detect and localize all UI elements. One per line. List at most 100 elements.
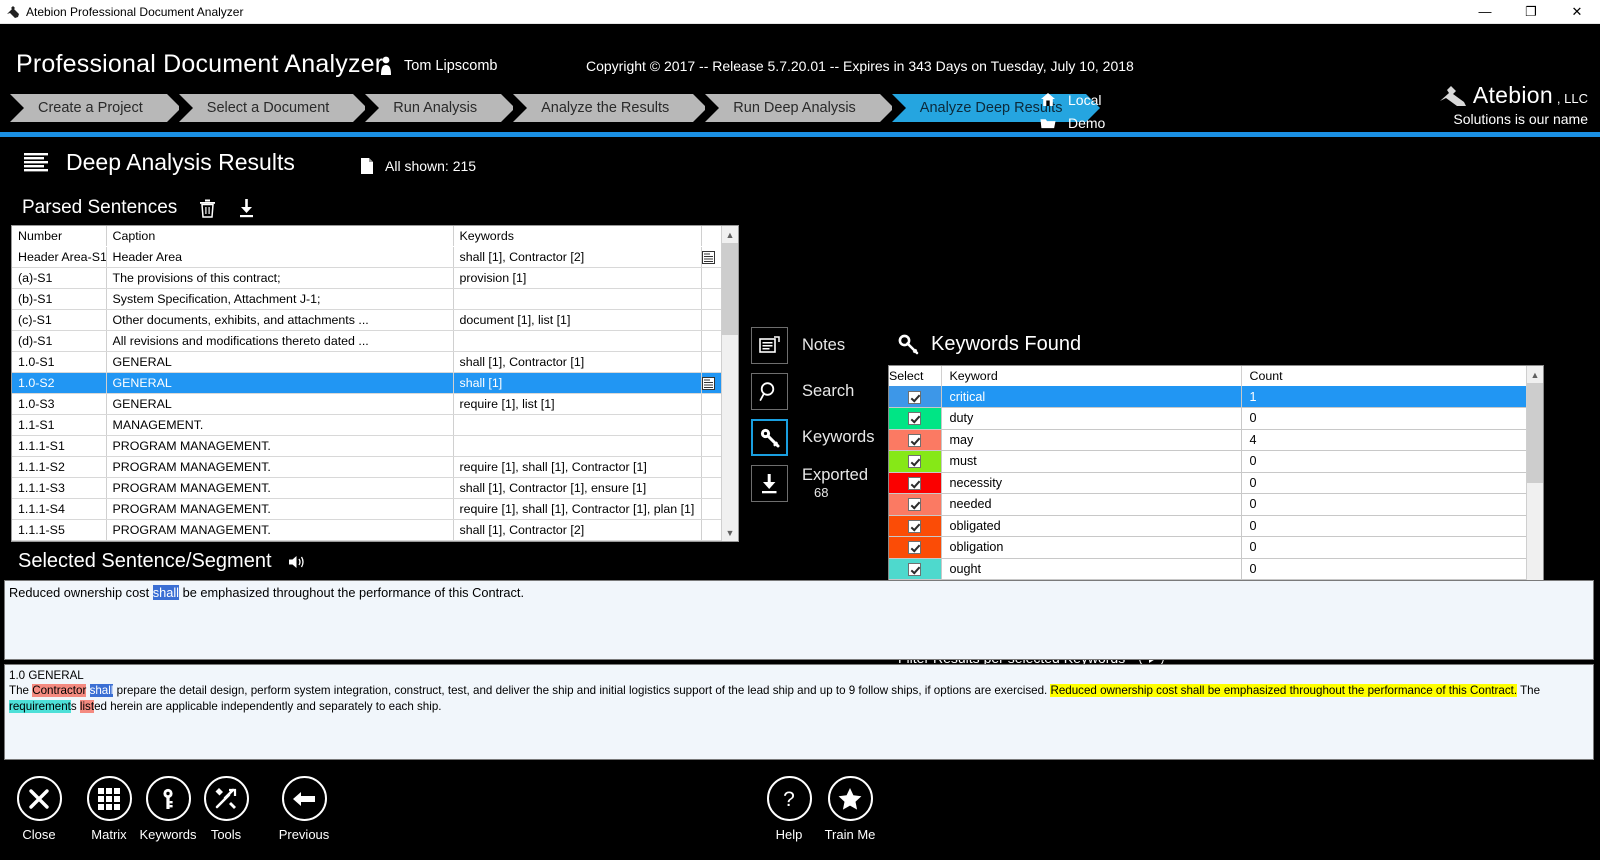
keyword-checkbox[interactable]: [908, 433, 922, 447]
keyword-select-cell[interactable]: [889, 386, 942, 408]
scroll-track[interactable]: [721, 243, 738, 524]
minimize-button[interactable]: —: [1462, 0, 1508, 23]
keyword-row[interactable]: ought 0: [889, 558, 1526, 580]
star-icon[interactable]: [827, 776, 873, 821]
wizard-step-select-a-document[interactable]: Select a Document: [178, 94, 367, 122]
tool-item-search[interactable]: Search: [751, 373, 874, 410]
scroll-up-icon[interactable]: ▲: [721, 226, 738, 243]
cell-note[interactable]: [701, 435, 721, 457]
toolbar-button-help[interactable]: ? Help: [760, 776, 818, 842]
toolbar-button-matrix[interactable]: Matrix: [80, 776, 138, 842]
selected-sentence-text[interactable]: Reduced ownership cost shall be emphasiz…: [4, 580, 1594, 660]
keyword-row[interactable]: obligation 0: [889, 536, 1526, 559]
toolbar-button-tools[interactable]: Tools: [197, 776, 255, 842]
file-tree-item-local[interactable]: Local: [1040, 88, 1146, 111]
speaker-icon[interactable]: [288, 554, 306, 570]
tool-item-notes[interactable]: Notes: [751, 327, 874, 364]
keyword-row[interactable]: may 4: [889, 429, 1526, 451]
table-row[interactable]: 1.0-S3 GENERAL require [1], list [1]: [12, 393, 721, 415]
keyword-row[interactable]: critical 1: [889, 386, 1526, 408]
table-row[interactable]: 1.1.1-S4 PROGRAM MANAGEMENT. require [1], …: [12, 498, 721, 520]
keyword-row[interactable]: needed 0: [889, 493, 1526, 516]
tool-item-keywords[interactable]: Keywords: [751, 419, 874, 456]
table-row[interactable]: 1.0-S2 GENERAL shall [1]: [12, 372, 721, 394]
download-icon[interactable]: [751, 465, 788, 502]
cell-note[interactable]: [701, 372, 721, 394]
grid-scrollbar[interactable]: ▲ ▼: [721, 226, 738, 541]
keyword-select-cell[interactable]: [889, 515, 942, 537]
table-row[interactable]: 1.1-S1 MANAGEMENT.: [12, 414, 721, 436]
wizard-step-analyze-the-results[interactable]: Analyze the Results: [513, 94, 708, 122]
table-row[interactable]: 1.1.1-S1 PROGRAM MANAGEMENT.: [12, 435, 721, 457]
col-select[interactable]: Select: [889, 366, 942, 386]
trash-icon[interactable]: [199, 199, 216, 218]
toolbar-button-keywords[interactable]: Keywords: [139, 776, 197, 842]
file-tree-item-demo[interactable]: Demo: [1040, 111, 1146, 134]
keyword-checkbox[interactable]: [908, 519, 922, 533]
table-row[interactable]: 1.1.1-S2 PROGRAM MANAGEMENT. require [1], …: [12, 456, 721, 478]
close-button[interactable]: ✕: [1554, 0, 1600, 23]
cell-note[interactable]: [701, 477, 721, 499]
close-x-icon[interactable]: [16, 776, 62, 821]
keyword-row[interactable]: obligated 0: [889, 515, 1526, 537]
keyword-checkbox[interactable]: [908, 498, 922, 512]
tools-icon[interactable]: [203, 776, 249, 821]
wizard-step-create-a-project[interactable]: Create a Project: [10, 94, 181, 122]
keyword-select-cell[interactable]: [889, 450, 942, 473]
keyword-checkbox[interactable]: [908, 476, 922, 490]
cell-note[interactable]: [701, 519, 721, 541]
table-row[interactable]: (d)-S1 All revisions and modifications th…: [12, 330, 721, 352]
matrix-icon[interactable]: [86, 776, 132, 821]
keyword-checkbox[interactable]: [908, 412, 922, 426]
col-number[interactable]: Number: [12, 226, 107, 247]
kw-scroll-up-icon[interactable]: ▲: [1526, 366, 1543, 383]
scroll-down-icon[interactable]: ▼: [721, 524, 738, 541]
cell-note[interactable]: [701, 498, 721, 520]
toolbar-button-previous[interactable]: Previous: [275, 776, 333, 842]
keyword-checkbox[interactable]: [908, 390, 922, 404]
table-row[interactable]: 1.0-S1 GENERAL shall [1], Contractor [1]: [12, 351, 721, 373]
kw-scroll-thumb[interactable]: [1526, 383, 1543, 483]
table-row[interactable]: (a)-S1 The provisions of this contract; pr…: [12, 267, 721, 289]
keyword-select-cell[interactable]: [889, 407, 942, 430]
toolbar-button-train-me[interactable]: Train Me: [821, 776, 879, 842]
key-icon[interactable]: [751, 419, 788, 456]
help-icon[interactable]: ?: [766, 776, 812, 821]
col-count[interactable]: Count: [1241, 366, 1526, 386]
keyword-select-cell[interactable]: [889, 558, 942, 580]
table-row[interactable]: (c)-S1 Other documents, exhibits, and att…: [12, 309, 721, 331]
keyword-select-cell[interactable]: [889, 493, 942, 516]
table-row[interactable]: Header Area-S1 Header Area shall [1], Cont…: [12, 246, 721, 268]
table-row[interactable]: 1.1.1-S5 PROGRAM MANAGEMENT. shall [1], Co…: [12, 519, 721, 541]
keyword-checkbox[interactable]: [908, 562, 922, 576]
cell-note[interactable]: [701, 456, 721, 478]
document-preview-text[interactable]: 1.0 GENERAL The Contractor shall prepare…: [4, 664, 1594, 760]
table-row[interactable]: (b)-S1 System Specification, Attachment J…: [12, 288, 721, 310]
cell-note[interactable]: [701, 288, 721, 310]
download-icon[interactable]: [238, 198, 255, 218]
cell-note[interactable]: [701, 393, 721, 415]
wizard-step-run-deep-analysis[interactable]: Run Deep Analysis: [705, 94, 894, 122]
keyword-row[interactable]: duty 0: [889, 407, 1526, 430]
parsed-sentences-grid[interactable]: Number Caption Keywords Header Area-S1 He…: [11, 225, 739, 542]
keyword-checkbox[interactable]: [908, 541, 922, 555]
cell-note[interactable]: [701, 351, 721, 373]
back-arrow-icon[interactable]: [281, 776, 327, 821]
col-keywords[interactable]: Keywords: [453, 226, 702, 247]
keyword-row[interactable]: necessity 0: [889, 472, 1526, 494]
toolbar-button-close[interactable]: Close: [10, 776, 68, 842]
key-icon[interactable]: [145, 776, 191, 821]
cell-note[interactable]: [701, 267, 721, 289]
col-caption[interactable]: Caption: [106, 226, 454, 247]
keyword-checkbox[interactable]: [908, 455, 922, 469]
keyword-row[interactable]: must 0: [889, 450, 1526, 473]
cell-note[interactable]: [701, 330, 721, 352]
table-row[interactable]: 1.1.1-S3 PROGRAM MANAGEMENT. shall [1], Co…: [12, 477, 721, 499]
tool-item-exported[interactable]: Exported 68: [751, 465, 874, 502]
search-icon[interactable]: [751, 373, 788, 410]
notes-icon[interactable]: [751, 327, 788, 364]
keyword-select-cell[interactable]: [889, 472, 942, 494]
cell-note[interactable]: [701, 309, 721, 331]
col-keyword[interactable]: Keyword: [941, 366, 1242, 386]
maximize-button[interactable]: ❐: [1508, 0, 1554, 23]
